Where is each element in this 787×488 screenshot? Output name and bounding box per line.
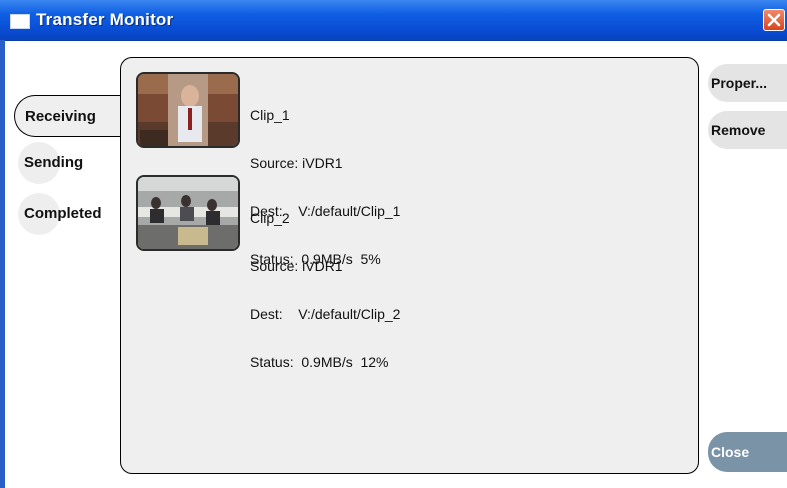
tab-completed[interactable]: Completed bbox=[18, 193, 102, 235]
clip-info: Clip_2 Source: iVDR1 Dest: V:/default/Cl… bbox=[250, 178, 400, 402]
tab-sending[interactable]: Sending bbox=[18, 142, 83, 184]
clip-dest: Dest: V:/default/Clip_2 bbox=[250, 306, 401, 322]
close-button-label: Close bbox=[711, 444, 750, 460]
tab-completed-label: Completed bbox=[24, 205, 102, 222]
clip-source: Source: iVDR1 bbox=[250, 155, 343, 171]
tab-sending-label: Sending bbox=[24, 154, 84, 171]
transfer-monitor-window: Transfer Monitor Receiving Sending Compl… bbox=[0, 0, 787, 488]
tab-receiving-label: Receiving bbox=[25, 108, 96, 125]
clip-thumbnail bbox=[136, 175, 240, 251]
clip-status: Status: 0.9MB/s 12% bbox=[250, 354, 389, 370]
remove-button-label: Remove bbox=[711, 122, 766, 138]
window-left-border bbox=[0, 40, 5, 488]
close-button[interactable]: Close bbox=[708, 432, 787, 472]
clip-name: Clip_2 bbox=[250, 210, 290, 226]
window-icon bbox=[10, 14, 30, 29]
properties-button-label: Proper... bbox=[711, 75, 768, 91]
list-item[interactable]: Clip_1 Source: iVDR1 Dest: V:/default/Cl… bbox=[133, 72, 463, 267]
clip-name: Clip_1 bbox=[250, 107, 290, 123]
tab-receiving[interactable]: Receiving bbox=[14, 95, 126, 137]
clip-thumbnail bbox=[136, 72, 240, 148]
properties-button[interactable]: Proper... bbox=[708, 64, 787, 102]
transfer-list-panel: Clip_1 Source: iVDR1 Dest: V:/default/Cl… bbox=[120, 57, 699, 474]
remove-button[interactable]: Remove bbox=[708, 111, 787, 149]
window-title: Transfer Monitor bbox=[36, 10, 174, 29]
clip-source: Source: iVDR1 bbox=[250, 258, 343, 274]
close-window-icon[interactable] bbox=[763, 9, 785, 31]
list-item[interactable]: Clip_2 Source: iVDR1 Dest: V:/default/Cl… bbox=[133, 175, 463, 370]
title-bar[interactable]: Transfer Monitor bbox=[0, 0, 787, 41]
